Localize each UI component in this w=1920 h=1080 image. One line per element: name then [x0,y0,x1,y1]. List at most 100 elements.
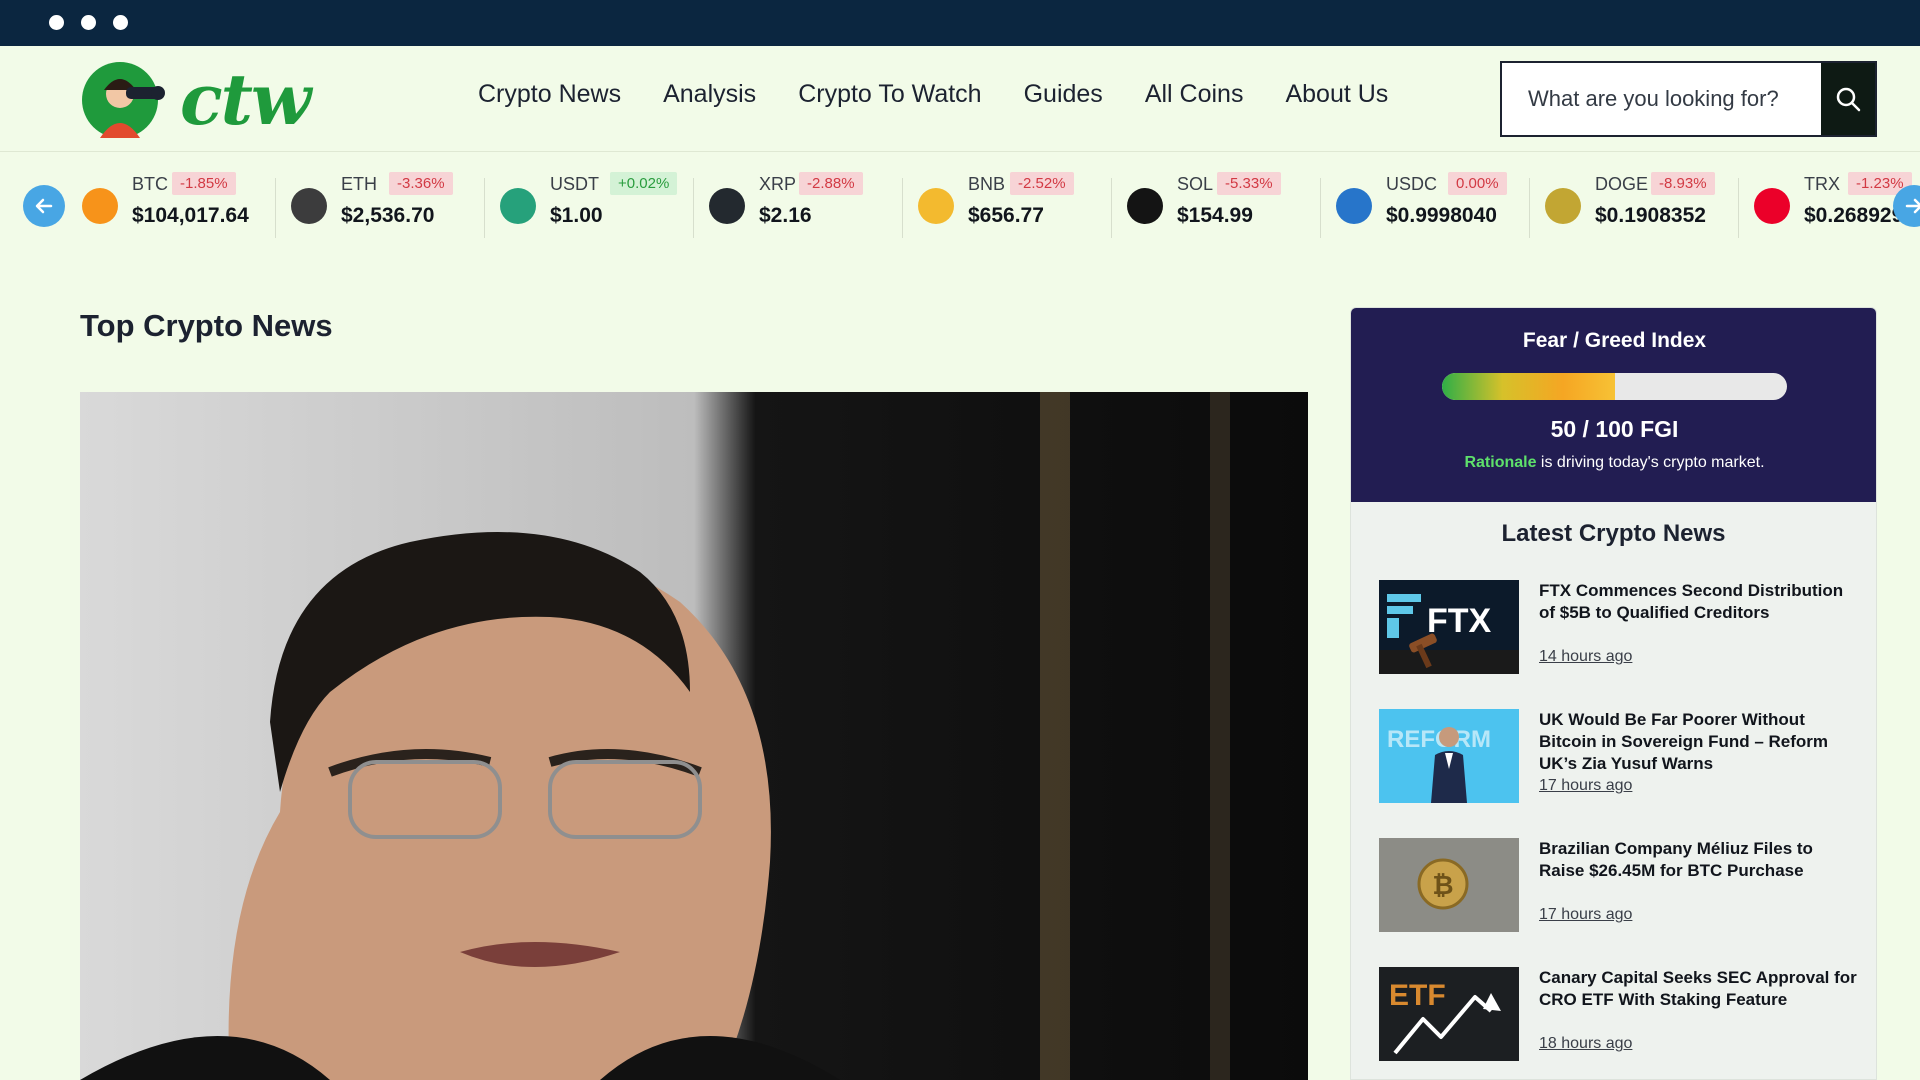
ticker-coin-btc[interactable]: BTC -1.85% $104,017.64 [82,172,272,240]
coin-symbol: USDT [550,174,599,194]
coin-symbol: TRX [1804,174,1840,194]
coin-price: $656.77 [968,204,1044,227]
news-item-3[interactable]: ₿ Brazilian Company Méliuz Files to Rais… [1379,838,1849,932]
news-title[interactable]: FTX Commences Second Distribution of $5B… [1539,580,1859,624]
window-close-dot[interactable] [49,15,64,30]
main-nav: Crypto News Analysis Crypto To Watch Gui… [478,46,1388,142]
fgi-note-rest: is driving today's crypto market. [1536,454,1765,471]
news-thumb-label: REFORM [1387,726,1491,753]
ticker-separator [1738,178,1739,238]
nav-crypto-news[interactable]: Crypto News [478,80,621,109]
search-button[interactable] [1821,63,1875,135]
ticker-coin-usdt[interactable]: USDT +0.02% $1.00 [500,172,690,240]
ticker-coin-eth[interactable]: ETH -3.36% $2,536.70 [291,172,481,240]
logo-wordmark: ctw [180,58,311,141]
fgi-title: Fear / Greed Index [1522,329,1707,352]
search-input[interactable] [1502,63,1821,135]
coin-symbol: ETH [341,174,377,194]
ticker-coin-bnb[interactable]: BNB -2.52% $656.77 [918,172,1108,240]
fgi-meter-fill [1442,373,1615,400]
coin-price: $0.1908352 [1595,204,1706,227]
fgi-note: Rationale is driving today's crypto mark… [1351,454,1876,472]
news-title[interactable]: UK Would Be Far Poorer Without Bitcoin i… [1539,709,1859,775]
fgi-note-strong: Rationale [1464,454,1537,471]
window-titlebar [0,0,1920,46]
coin-symbol: BTC [132,174,168,194]
news-thumb-ftx: FTX [1379,580,1519,674]
news-time: 14 hours ago [1539,648,1633,665]
coin-price: $2,536.70 [341,204,435,227]
ticker-coin-sol[interactable]: SOL -5.33% $154.99 [1127,172,1317,240]
nav-about-us[interactable]: About Us [1285,80,1388,109]
ticker-separator [1320,178,1321,238]
site-logo[interactable]: ctw [78,60,378,140]
news-thumb-bitcoin: ₿ [1379,838,1519,932]
coin-price: $2.16 [759,204,812,227]
usdt-coin-icon [500,188,536,224]
xrp-coin-icon [709,188,745,224]
news-title[interactable]: Canary Capital Seeks SEC Approval for CR… [1539,967,1859,1011]
news-time: 18 hours ago [1539,1035,1633,1052]
latest-news-title: Latest Crypto News [1501,520,1726,547]
coin-symbol: XRP [759,174,797,194]
coin-change-badge: -5.33% [1217,172,1281,195]
price-ticker: BTC -1.85% $104,017.64 ETH -3.36% $2,536.70 US… [0,152,1920,264]
coin-change-badge: +0.02% [610,172,678,195]
hero-news-image[interactable] [80,392,1308,1080]
trx-coin-icon [1754,188,1790,224]
coin-price: $0.268929 [1804,204,1904,227]
coin-change-badge: -1.85% [172,172,236,195]
news-item-1[interactable]: FTX FTX Commences Second Distribution of… [1379,580,1849,674]
search-icon [1836,87,1861,112]
news-time: 17 hours ago [1539,906,1633,923]
nav-analysis[interactable]: Analysis [663,80,756,109]
binoculars-mascot-icon [82,62,165,138]
coin-price: $1.00 [550,204,603,227]
usdc-coin-icon [1336,188,1372,224]
fgi-value: 50 / 100 FGI [1550,416,1679,442]
nav-crypto-to-watch[interactable]: Crypto To Watch [798,80,981,109]
btc-coin-icon [82,188,118,224]
search-box [1500,61,1877,137]
fgi-meter [1442,373,1787,400]
ticker-separator [1529,178,1530,238]
nav-guides[interactable]: Guides [1024,80,1103,109]
sidebar: Fear / Greed Index 50 / 100 FGI Rational… [1350,307,1877,1080]
coin-symbol: BNB [968,174,1006,194]
coin-price: $154.99 [1177,204,1253,227]
hero-photo [80,392,1308,1080]
arrow-right-icon [1905,198,1920,214]
window-maximize-dot[interactable] [113,15,128,30]
coin-change-badge: -3.36% [389,172,453,195]
coin-symbol: DOGE [1595,174,1649,194]
ticker-coin-doge[interactable]: DOGE -8.93% $0.1908352 [1545,172,1735,240]
ticker-separator [484,178,485,238]
coin-change-badge: -2.52% [1010,172,1074,195]
news-item-2[interactable]: REFORM UK Would Be Far Poorer Without Bi… [1379,709,1849,803]
window-minimize-dot[interactable] [81,15,96,30]
arrow-left-icon [35,198,53,214]
news-title[interactable]: Brazilian Company Méliuz Files to Raise … [1539,838,1859,882]
coin-symbol: SOL [1177,174,1214,194]
coin-change-badge: -2.88% [799,172,863,195]
ticker-prev-button[interactable] [23,185,65,227]
news-thumb-label: ETF [1389,979,1446,1012]
coin-symbol: USDC [1386,174,1438,194]
coin-change-badge: -8.93% [1651,172,1715,195]
coin-change-badge: 0.00% [1448,172,1507,195]
site-header: ctw Crypto News Analysis Crypto To Watch… [0,46,1920,152]
news-thumb-label: FTX [1427,602,1492,640]
coin-price: $0.9998040 [1386,204,1497,227]
ticker-coin-usdc[interactable]: USDC 0.00% $0.9998040 [1336,172,1526,240]
bnb-coin-icon [918,188,954,224]
news-item-4[interactable]: ETF Canary Capital Seeks SEC Approval fo… [1379,967,1857,1061]
nav-all-coins[interactable]: All Coins [1145,80,1244,109]
eth-coin-icon [291,188,327,224]
ticker-separator [275,178,276,238]
sol-coin-icon [1127,188,1163,224]
ticker-separator [902,178,903,238]
fear-greed-widget: Fear / Greed Index 50 / 100 FGI Rational… [1351,308,1876,502]
ticker-separator [693,178,694,238]
doge-coin-icon [1545,188,1581,224]
ticker-coin-xrp[interactable]: XRP -2.88% $2.16 [709,172,899,240]
